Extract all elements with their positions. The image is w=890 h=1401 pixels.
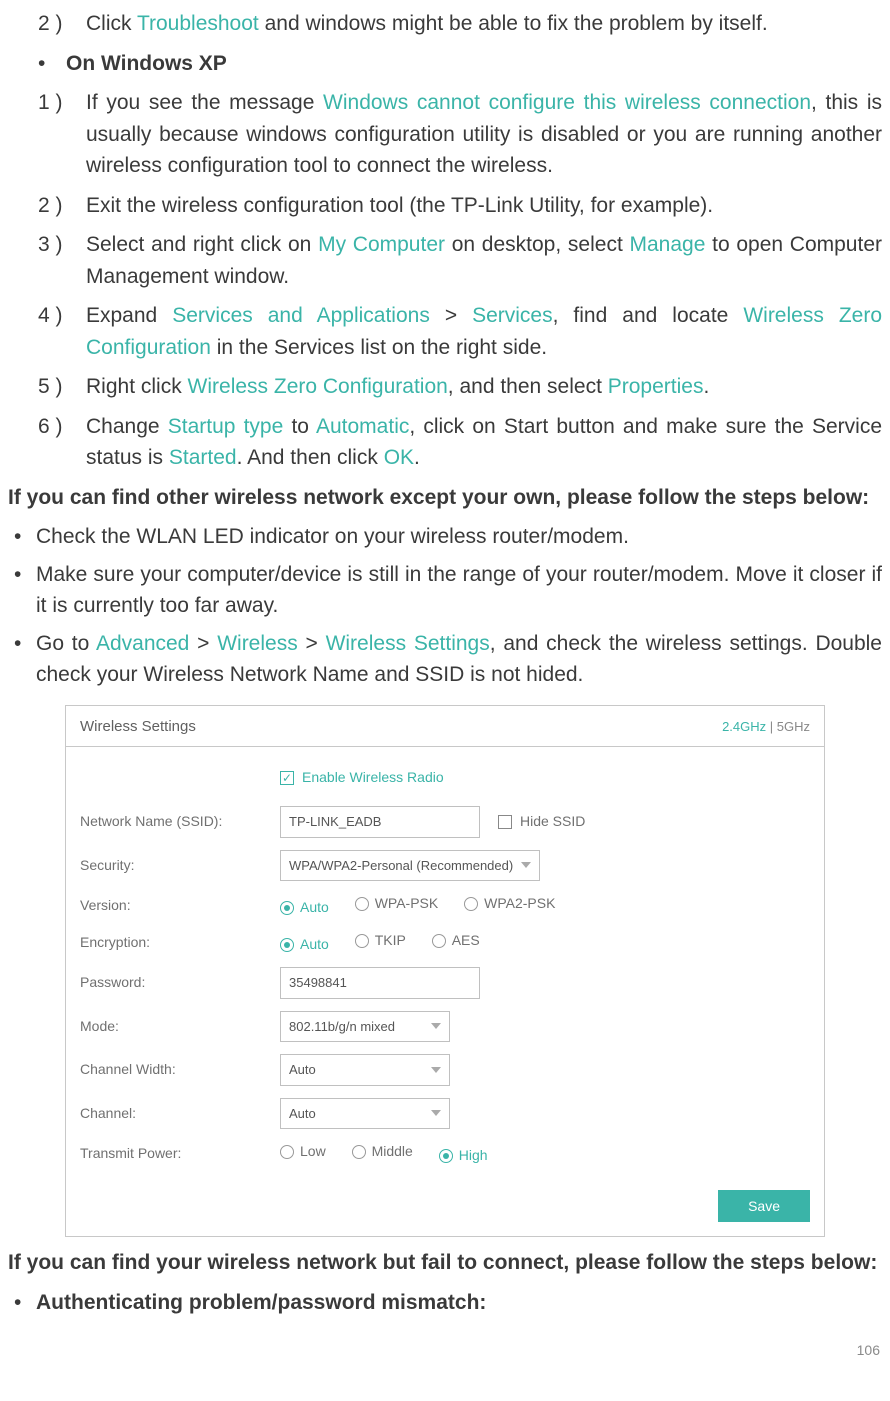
version-wpapsk-radio[interactable]: WPA-PSK [355,893,439,914]
list-number: 1 ) [38,87,86,182]
encryption-aes-radio[interactable]: AES [432,930,480,951]
bullet: • [8,559,36,622]
label-encryption: Encryption: [80,932,280,953]
enable-wireless-label: Enable Wireless Radio [302,767,444,788]
wireless-settings-panel: Wireless Settings 2.4GHz | 5GHz ✓ Enable… [65,705,825,1238]
chevron-down-icon [521,862,531,868]
channel-select[interactable]: Auto [280,1098,450,1130]
bullet: • [38,48,66,80]
version-auto-radio[interactable]: Auto [280,897,329,918]
link-msg: Windows cannot configure this wireless c… [323,91,811,114]
step-text: Click Troubleshoot and windows might be … [86,8,882,40]
bullet-text: Go to Advanced > Wireless > Wireless Set… [36,628,882,691]
band-24ghz[interactable]: 2.4GHz [722,719,766,734]
list-number: 6 ) [38,411,86,474]
step-text: If you see the message Windows cannot co… [86,87,882,182]
list-number: 2 ) [38,190,86,222]
heading-other-network: If you can find other wireless network e… [8,482,882,514]
list-number: 2 ) [38,8,86,40]
security-select[interactable]: WPA/WPA2-Personal (Recommended) [280,850,540,882]
step-text: Select and right click on My Computer on… [86,229,882,292]
enable-wireless-checkbox[interactable]: ✓ [280,771,294,785]
label-channel-width: Channel Width: [80,1059,280,1080]
step-text: Exit the wireless configuration tool (th… [86,190,882,222]
page-number: 106 [857,1342,880,1358]
label-mode: Mode: [80,1016,280,1037]
label-password: Password: [80,972,280,993]
bullet-text: Check the WLAN LED indicator on your wir… [36,521,882,553]
step-text: Expand Services and Applications > Servi… [86,300,882,363]
auth-problem-heading: Authenticating problem/password mismatch… [36,1287,882,1319]
step-text: Right click Wireless Zero Configuration,… [86,371,882,403]
chevron-down-icon [431,1110,441,1116]
label-ssid: Network Name (SSID): [80,811,280,832]
hide-ssid-label: Hide SSID [520,811,585,832]
bullet: • [8,521,36,553]
chevron-down-icon [431,1023,441,1029]
link-troubleshoot: Troubleshoot [137,12,259,35]
transmit-middle-radio[interactable]: Middle [352,1141,413,1162]
list-number: 4 ) [38,300,86,363]
channel-width-select[interactable]: Auto [280,1054,450,1086]
bullet: • [8,628,36,691]
encryption-auto-radio[interactable]: Auto [280,934,329,955]
encryption-tkip-radio[interactable]: TKIP [355,930,406,951]
bullet-text: Make sure your computer/device is still … [36,559,882,622]
label-channel: Channel: [80,1103,280,1124]
step-text: Change Startup type to Automatic, click … [86,411,882,474]
panel-title: Wireless Settings [80,716,196,739]
band-toggle[interactable]: 2.4GHz | 5GHz [722,717,810,737]
chevron-down-icon [431,1067,441,1073]
label-security: Security: [80,855,280,876]
label-transmit: Transmit Power: [80,1143,280,1164]
password-input[interactable]: 35498841 [280,967,480,999]
label-version: Version: [80,895,280,916]
transmit-low-radio[interactable]: Low [280,1141,326,1162]
list-number: 5 ) [38,371,86,403]
save-button[interactable]: Save [718,1190,810,1222]
list-number: 3 ) [38,229,86,292]
hide-ssid-checkbox[interactable]: ✓ [498,815,512,829]
ssid-input[interactable]: TP-LINK_EADB [280,806,480,838]
mode-select[interactable]: 802.11b/g/n mixed [280,1011,450,1043]
bullet: • [8,1287,36,1319]
band-5ghz[interactable]: 5GHz [777,719,810,734]
heading-fail-connect: If you can find your wireless network bu… [8,1247,882,1279]
version-wpa2psk-radio[interactable]: WPA2-PSK [464,893,555,914]
transmit-high-radio[interactable]: High [439,1145,488,1166]
xp-heading: On Windows XP [66,48,882,80]
